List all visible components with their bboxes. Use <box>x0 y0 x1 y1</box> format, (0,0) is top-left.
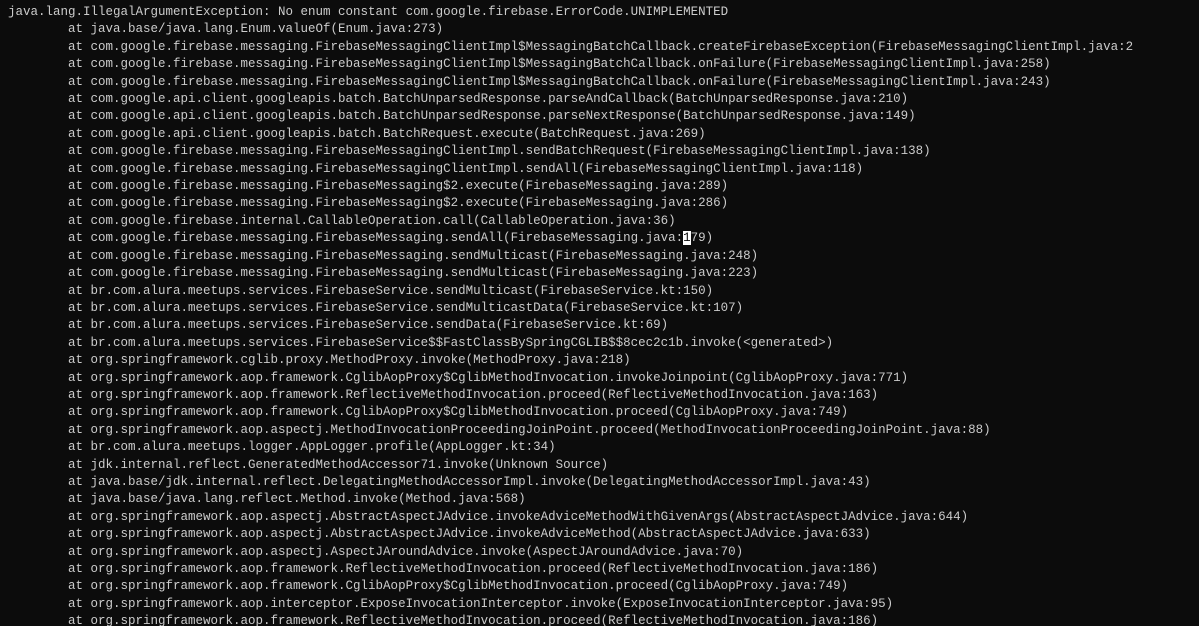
stack-frame-line[interactable]: at org.springframework.aop.aspectj.Aspec… <box>8 544 1199 561</box>
stack-frame-line[interactable]: at org.springframework.aop.aspectj.Metho… <box>8 422 1199 439</box>
stack-frame-line[interactable]: at br.com.alura.meetups.logger.AppLogger… <box>8 439 1199 456</box>
stack-frame-line[interactable]: at org.springframework.aop.framework.Ref… <box>8 613 1199 626</box>
exception-header[interactable]: java.lang.IllegalArgumentException: No e… <box>8 4 1199 21</box>
stack-frame-line[interactable]: at com.google.firebase.messaging.Firebas… <box>8 265 1199 282</box>
stack-frame-line[interactable]: at org.springframework.aop.aspectj.Abstr… <box>8 509 1199 526</box>
stack-frame-line[interactable]: at java.base/java.lang.Enum.valueOf(Enum… <box>8 21 1199 38</box>
stack-frame-line[interactable]: at org.springframework.aop.framework.Ref… <box>8 387 1199 404</box>
stack-frame-line[interactable]: at org.springframework.aop.interceptor.E… <box>8 596 1199 613</box>
stack-frame-line[interactable]: at org.springframework.aop.framework.Cgl… <box>8 578 1199 595</box>
terminal-output[interactable]: java.lang.IllegalArgumentException: No e… <box>0 0 1199 626</box>
stack-frame-line[interactable]: at br.com.alura.meetups.services.Firebas… <box>8 335 1199 352</box>
stack-frame-line[interactable]: at jdk.internal.reflect.GeneratedMethodA… <box>8 457 1199 474</box>
stack-frame-line[interactable]: at com.google.firebase.internal.Callable… <box>8 213 1199 230</box>
stack-frame-line[interactable]: at com.google.firebase.messaging.Firebas… <box>8 56 1199 73</box>
stack-frame-line[interactable]: at com.google.api.client.googleapis.batc… <box>8 126 1199 143</box>
stack-frame-line[interactable]: at com.google.firebase.messaging.Firebas… <box>8 74 1199 91</box>
stack-frame-line[interactable]: at org.springframework.aop.framework.Cgl… <box>8 370 1199 387</box>
stack-frame-line[interactable]: at org.springframework.aop.framework.Ref… <box>8 561 1199 578</box>
stack-frame-line[interactable]: at java.base/jdk.internal.reflect.Delega… <box>8 474 1199 491</box>
stack-frame-line[interactable]: at com.google.firebase.messaging.Firebas… <box>8 230 1199 247</box>
stack-frame-line[interactable]: at java.base/java.lang.reflect.Method.in… <box>8 491 1199 508</box>
stack-frame-line[interactable]: at br.com.alura.meetups.services.Firebas… <box>8 317 1199 334</box>
stack-frame-line[interactable]: at com.google.firebase.messaging.Firebas… <box>8 143 1199 160</box>
stack-frame-line[interactable]: at org.springframework.aop.aspectj.Abstr… <box>8 526 1199 543</box>
selected-char: 1 <box>683 231 691 245</box>
stack-frame-line[interactable]: at com.google.api.client.googleapis.batc… <box>8 91 1199 108</box>
stack-frame-line[interactable]: at com.google.api.client.googleapis.batc… <box>8 108 1199 125</box>
stack-frame-line[interactable]: at com.google.firebase.messaging.Firebas… <box>8 248 1199 265</box>
stack-frame-line[interactable]: at org.springframework.aop.framework.Cgl… <box>8 404 1199 421</box>
stack-frame-line[interactable]: at br.com.alura.meetups.services.Firebas… <box>8 300 1199 317</box>
stack-frame-line[interactable]: at com.google.firebase.messaging.Firebas… <box>8 195 1199 212</box>
stack-frame-line[interactable]: at org.springframework.cglib.proxy.Metho… <box>8 352 1199 369</box>
stack-frame-line[interactable]: at com.google.firebase.messaging.Firebas… <box>8 39 1199 56</box>
stack-frame-line[interactable]: at br.com.alura.meetups.services.Firebas… <box>8 283 1199 300</box>
stack-frame-line[interactable]: at com.google.firebase.messaging.Firebas… <box>8 178 1199 195</box>
stack-frame-line[interactable]: at com.google.firebase.messaging.Firebas… <box>8 161 1199 178</box>
